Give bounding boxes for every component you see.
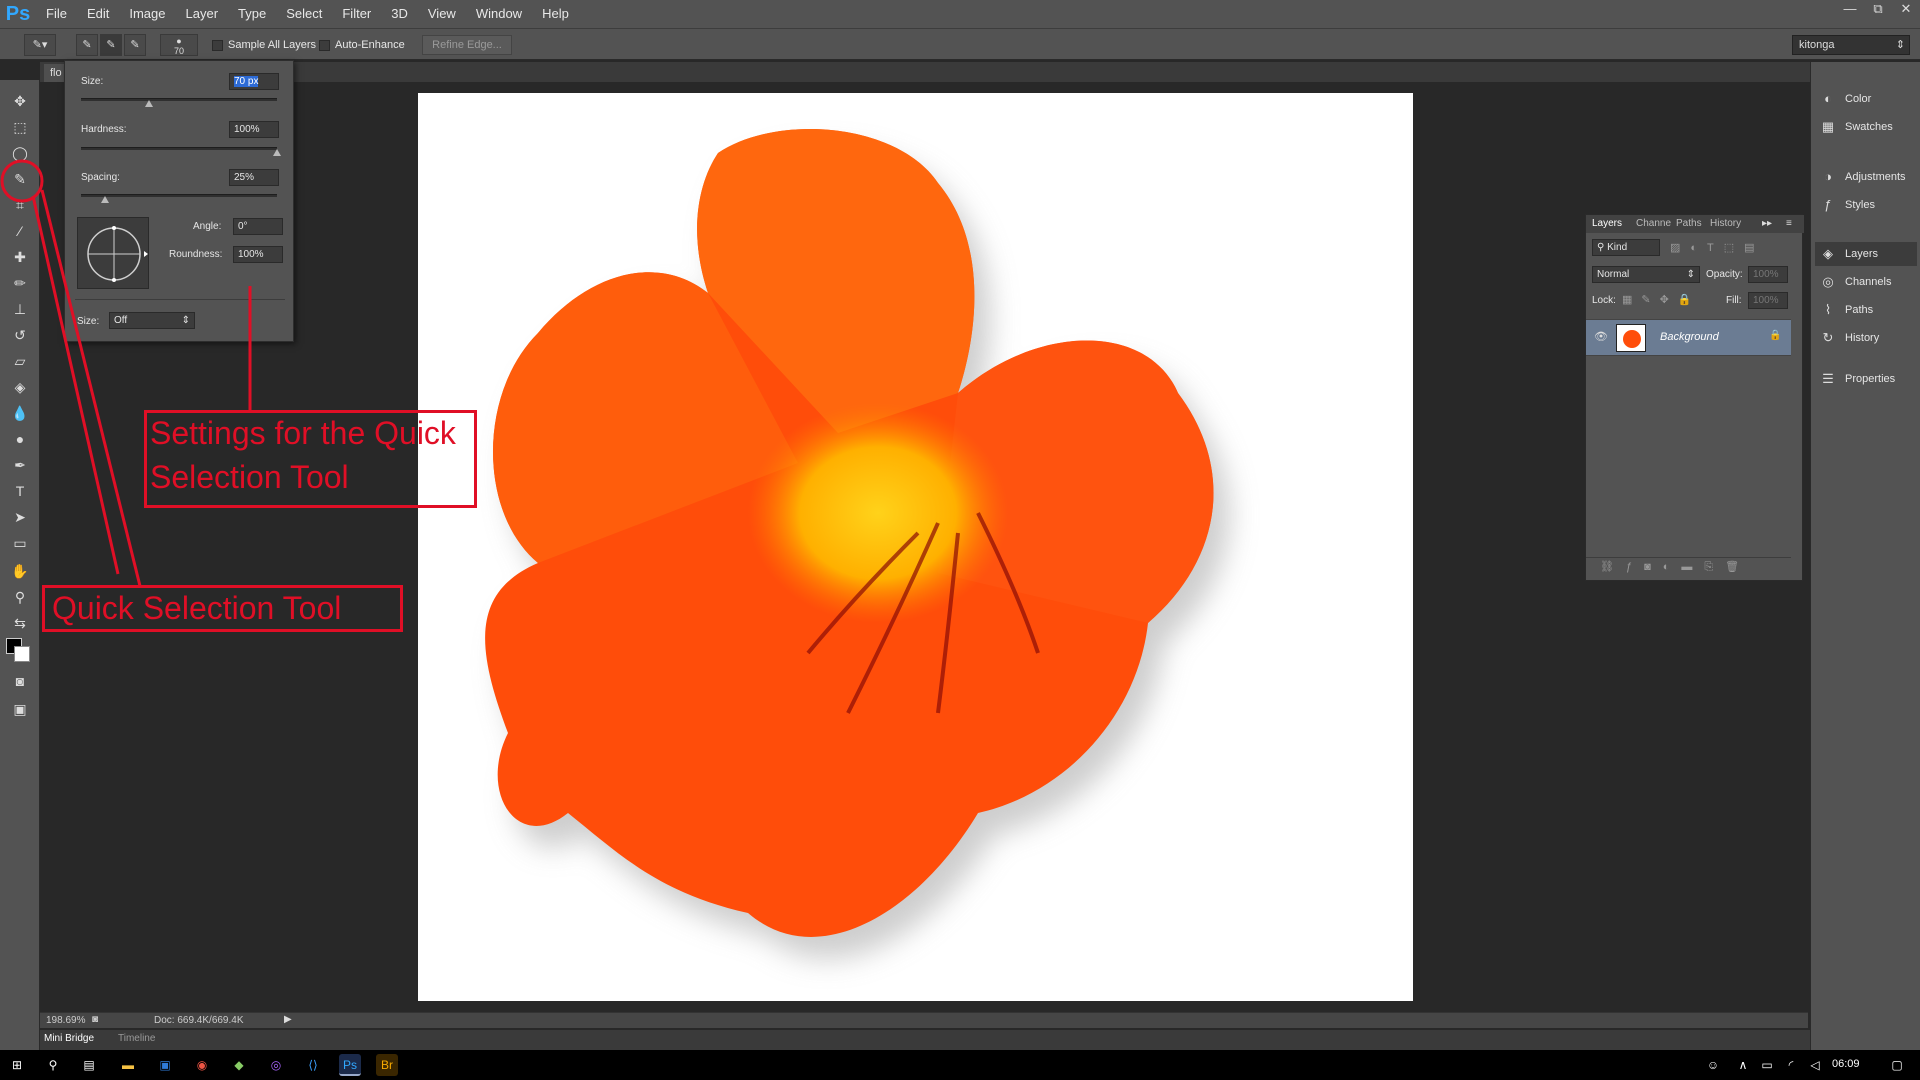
settings-annotation-text-2: Selection Tool	[150, 459, 349, 495]
annotation-overlay	[0, 159, 252, 587]
tool-highlight-circle	[0, 159, 44, 203]
tool-annotation-text: Quick Selection Tool	[52, 590, 342, 626]
arrow-line-tool	[31, 195, 120, 575]
settings-annotation-text-1: Settings for the Quick	[150, 415, 456, 451]
